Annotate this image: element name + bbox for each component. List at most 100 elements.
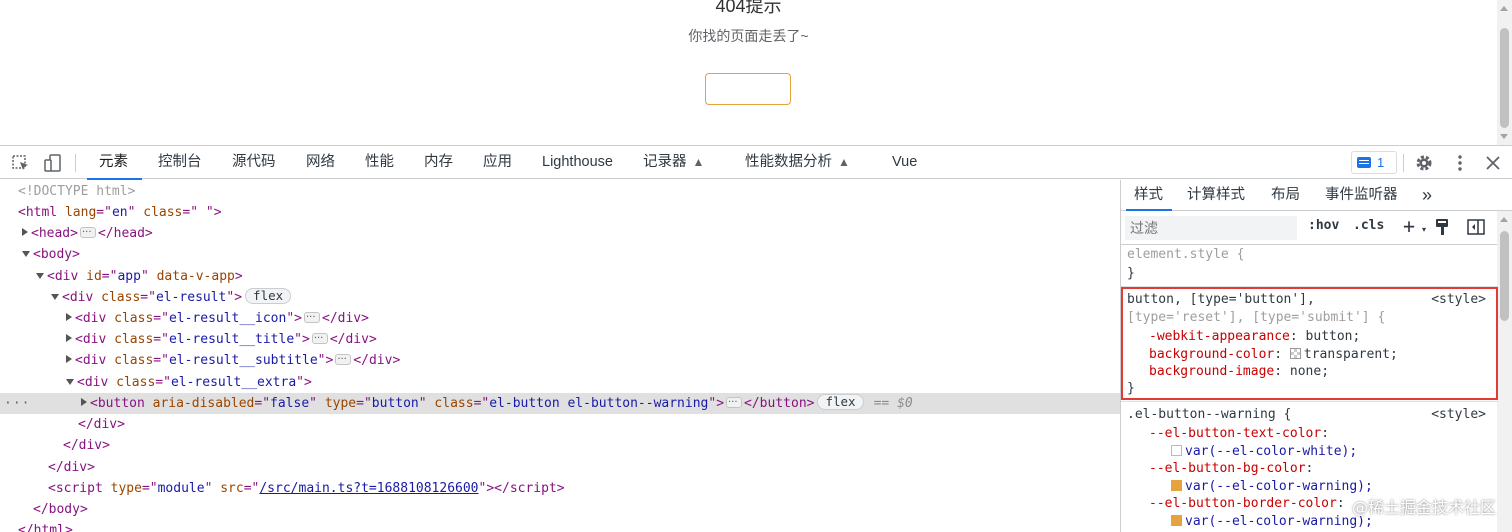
page-subtitle: 你找的页面走丢了~: [688, 28, 809, 44]
tab-computed[interactable]: 计算样式: [1187, 180, 1245, 210]
rule2-prop-border-color[interactable]: --el-button-border-color:: [1149, 495, 1345, 513]
dom-node-script[interactable]: <script type="module" src="/src/main.ts?…: [0, 478, 1120, 499]
rule2-selector[interactable]: .el-button--warning {: [1127, 406, 1291, 424]
rule1-selector[interactable]: button, [type='button'],: [1127, 291, 1315, 309]
ellipsis-icon[interactable]: [79, 222, 96, 243]
dom-node-close-html[interactable]: </html>: [0, 520, 1120, 532]
tab-lighthouse[interactable]: Lighthouse: [542, 146, 613, 179]
more-tabs-icon[interactable]: »: [1422, 180, 1432, 210]
dom-node-close-app[interactable]: </div>: [0, 457, 1120, 478]
rule1-source-link[interactable]: <style>: [1431, 291, 1486, 309]
gear-icon[interactable]: [1413, 152, 1435, 174]
dom-node-result-extra[interactable]: <div class="el-result__extra">: [0, 372, 1120, 393]
ellipsis-icon[interactable]: [726, 392, 743, 413]
ellipsis-icon[interactable]: [335, 349, 352, 370]
rule2-val-bg-color[interactable]: var(--el-color-warning);: [1171, 478, 1373, 496]
rule-divider: [1121, 286, 1498, 287]
expand-icon[interactable]: [66, 334, 72, 342]
flex-badge[interactable]: flex: [817, 394, 864, 410]
collapse-icon[interactable]: [51, 294, 59, 300]
tab-vue[interactable]: Vue: [892, 146, 917, 179]
tab-performance[interactable]: 性能: [365, 146, 394, 179]
rule2-prop-text-color[interactable]: --el-button-text-color:: [1149, 425, 1329, 443]
expand-icon[interactable]: [66, 355, 72, 363]
color-swatch-icon[interactable]: [1171, 445, 1182, 456]
collapse-icon[interactable]: [22, 251, 30, 257]
scroll-down-icon[interactable]: [1500, 134, 1508, 139]
styles-tabbar: 样式 计算样式 布局 事件监听器 »: [1121, 180, 1512, 211]
script-src-link[interactable]: /src/main.ts?t=1688108126600: [259, 481, 478, 496]
rule1-prop-bg-color[interactable]: background-color: transparent;: [1149, 346, 1398, 364]
dom-node-body[interactable]: <body>: [0, 244, 1120, 265]
warning-button[interactable]: [705, 73, 791, 105]
dom-node-result-subtitle[interactable]: <div class="el-result__subtitle"></div>: [0, 349, 1120, 371]
rule2-val-text-color[interactable]: var(--el-color-white);: [1171, 443, 1357, 461]
color-swatch-icon[interactable]: [1289, 348, 1301, 359]
chevron-down-icon[interactable]: ▾: [1422, 225, 1426, 234]
color-swatch-icon[interactable]: [1171, 480, 1182, 491]
scroll-up-icon[interactable]: [1500, 6, 1508, 11]
dom-node-close-body[interactable]: </body>: [0, 499, 1120, 520]
tab-elements[interactable]: 元素: [87, 146, 142, 180]
tab-sources[interactable]: 源代码: [232, 146, 276, 179]
dom-node-app[interactable]: <div id="app" data-v-app>: [0, 266, 1120, 287]
rule2-prop-bg-color[interactable]: --el-button-bg-color:: [1149, 460, 1313, 478]
dom-node-el-result[interactable]: <div class="el-result"> flex: [0, 287, 1120, 308]
tab-performance-insights[interactable]: 性能数据分析 ▲: [745, 146, 850, 179]
expand-icon[interactable]: [66, 313, 72, 321]
rule-divider: [1121, 401, 1498, 402]
tab-layout[interactable]: 布局: [1271, 180, 1300, 210]
new-rule-button[interactable]: +: [1403, 214, 1415, 238]
dom-node-result-icon[interactable]: <div class="el-result__icon"></div>: [0, 307, 1120, 329]
dom-node-close-result[interactable]: </div>: [0, 435, 1120, 456]
rule1-prop-bg-image[interactable]: background-image: none;: [1149, 363, 1329, 381]
dom-node-button-selected[interactable]: ··· <button aria-disabled="false" type="b…: [0, 392, 1120, 414]
toolbar-divider: [75, 154, 76, 172]
tab-network[interactable]: 网络: [306, 146, 335, 179]
collapse-icon[interactable]: [36, 273, 44, 279]
tab-styles[interactable]: 样式: [1126, 180, 1172, 211]
dom-node-close-extra[interactable]: </div>: [0, 414, 1120, 435]
tab-console[interactable]: 控制台: [158, 146, 202, 179]
element-style-close: }: [1127, 266, 1135, 281]
inspect-icon[interactable]: [10, 152, 32, 174]
rule1-prop-appearance[interactable]: -webkit-appearance: button;: [1149, 328, 1360, 346]
cls-toggle[interactable]: .cls: [1353, 218, 1384, 233]
expand-icon[interactable]: [22, 228, 28, 236]
dom-node-doctype[interactable]: <!DOCTYPE html>: [0, 181, 1120, 202]
tab-application[interactable]: 应用: [483, 146, 512, 179]
sidebar-toggle-icon[interactable]: [1467, 219, 1485, 240]
paint-brush-icon[interactable]: [1434, 218, 1450, 241]
expand-icon[interactable]: [81, 398, 87, 406]
devtools-toolbar: 元素 控制台 源代码 网络 性能 内存 应用 Lighthouse 记录器 ▲ 性…: [0, 145, 1512, 180]
dom-node-html[interactable]: <html lang="en" class=" ">: [0, 202, 1120, 223]
page-scrollbar[interactable]: [1497, 0, 1512, 145]
dom-tree[interactable]: <!DOCTYPE html> <html lang="en" class=" …: [0, 180, 1120, 532]
tab-memory[interactable]: 内存: [424, 146, 453, 179]
scroll-thumb[interactable]: [1500, 231, 1509, 321]
element-style-selector[interactable]: element.style {: [1127, 246, 1244, 264]
flex-badge[interactable]: flex: [245, 288, 292, 304]
tab-recorder[interactable]: 记录器 ▲: [643, 146, 704, 179]
scroll-thumb[interactable]: [1500, 28, 1509, 128]
issues-button[interactable]: 1: [1351, 151, 1397, 174]
collapse-icon[interactable]: [66, 379, 74, 385]
close-icon[interactable]: [1482, 152, 1504, 174]
dom-node-head[interactable]: <head></head>: [0, 222, 1120, 244]
styles-pane: 样式 计算样式 布局 事件监听器 » :hov .cls + ▾ element…: [1120, 180, 1512, 532]
tab-event-listeners[interactable]: 事件监听器: [1325, 180, 1398, 210]
filter-input[interactable]: [1125, 216, 1297, 240]
hov-toggle[interactable]: :hov: [1308, 218, 1339, 233]
more-horiz-icon[interactable]: ···: [4, 393, 30, 414]
rule1-selector-rest[interactable]: [type='reset'], [type='submit'] {: [1127, 309, 1385, 327]
ellipsis-icon[interactable]: [311, 328, 328, 349]
dom-node-result-title[interactable]: <div class="el-result__title"></div>: [0, 328, 1120, 350]
scroll-up-icon[interactable]: [1500, 217, 1508, 222]
ellipsis-icon[interactable]: [304, 307, 320, 328]
styles-scrollbar[interactable]: [1497, 211, 1512, 532]
rule2-val-border-color[interactable]: var(--el-color-warning);: [1171, 513, 1373, 531]
color-swatch-icon[interactable]: [1171, 515, 1182, 526]
more-vert-icon[interactable]: [1449, 152, 1471, 174]
device-toolbar-icon[interactable]: [42, 152, 64, 174]
rule2-source-link[interactable]: <style>: [1431, 406, 1486, 424]
